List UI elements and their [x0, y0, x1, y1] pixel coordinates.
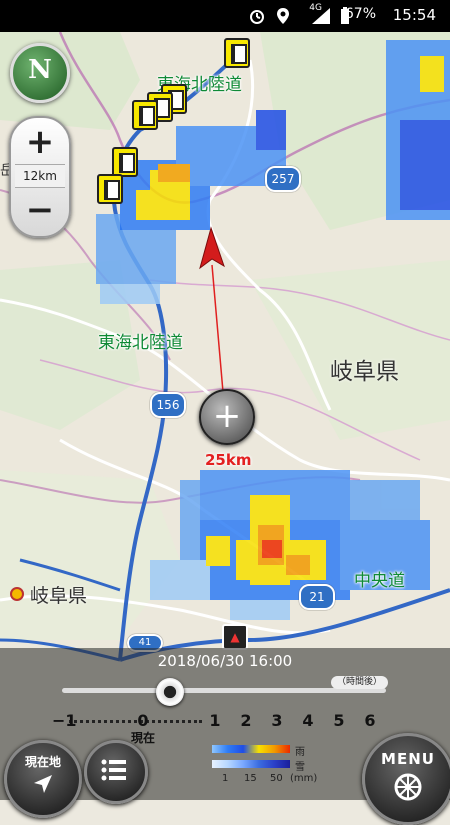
hours-after-label: （時間後） — [331, 676, 389, 689]
crosshair-icon: + — [212, 396, 242, 436]
now-label: 現在 — [131, 731, 156, 745]
legend-value-50: 50 — [270, 773, 283, 784]
forecast-datetime: 2018/06/30 16:00 — [157, 652, 293, 670]
current-location-label: 現在地 — [24, 755, 61, 769]
tick-1: 1 — [209, 711, 221, 730]
prefecture-label-gifu-city: 岐阜県 — [30, 585, 88, 607]
legend-value-1: 1 — [222, 773, 229, 784]
tunnel-sign-icon[interactable] — [97, 174, 123, 204]
legend-snow-bar — [212, 760, 290, 768]
zoom-in-button[interactable]: + — [11, 122, 69, 162]
prefecture-label-gifu: 岐阜県 — [330, 359, 399, 385]
menu-label: MENU — [381, 750, 435, 768]
list-icon — [101, 759, 126, 781]
camera-poi-icon[interactable]: ▲ — [222, 624, 248, 650]
menu-button[interactable]: MENU — [362, 733, 450, 825]
list-button[interactable] — [84, 740, 148, 804]
tick-0: 0 — [137, 711, 149, 730]
tunnel-sign-icon[interactable] — [224, 38, 250, 68]
legend-value-15: 15 — [244, 773, 257, 784]
current-location-button[interactable]: 現在地 — [4, 740, 82, 818]
navigation-arrow-icon — [34, 775, 52, 793]
tick-3: 3 — [271, 711, 283, 730]
scale-label: 12km — [15, 164, 65, 188]
city-marker-icon[interactable] — [10, 587, 24, 601]
tunnel-sign-icon[interactable] — [132, 100, 158, 130]
legend-unit: (mm) — [290, 773, 318, 784]
tick-4: 4 — [302, 711, 314, 730]
compass-button[interactable]: N — [10, 43, 70, 103]
route-shield-257: 257 — [265, 166, 301, 192]
status-bar: 4G 67% 15:54 — [0, 0, 450, 32]
tunnel-sign-icon[interactable] — [112, 147, 138, 177]
tick-2: 2 — [240, 711, 252, 730]
zoom-out-button[interactable]: − — [11, 190, 69, 230]
legend-rain-label: 雨 — [295, 747, 305, 758]
zoom-control: + 12km − — [9, 116, 71, 238]
road-label-chuo: 中央道 — [354, 571, 405, 591]
steering-wheel-icon — [394, 773, 422, 801]
location-icon — [277, 8, 289, 24]
distance-label: 25km — [205, 451, 252, 469]
route-shield-156: 156 — [150, 392, 186, 418]
route-shield-21: 21 — [299, 584, 335, 610]
signal-icon — [312, 8, 330, 24]
legend-snow-label: 雪 — [295, 762, 305, 773]
alarm-icon — [250, 10, 264, 24]
time-slider-thumb[interactable] — [156, 678, 184, 706]
legend-rain-bar — [212, 745, 290, 753]
clock: 15:54 — [392, 6, 436, 24]
tick-5: 5 — [333, 711, 345, 730]
crosshair-button[interactable]: + — [199, 389, 255, 445]
tick-6: 6 — [364, 711, 376, 730]
battery-percent: 67% — [344, 6, 376, 22]
compass-north-label: N — [28, 55, 52, 85]
tick-minus-1: −1 — [52, 711, 77, 730]
road-label-tokai-hokuriku: 東海北陸道 — [98, 333, 183, 353]
